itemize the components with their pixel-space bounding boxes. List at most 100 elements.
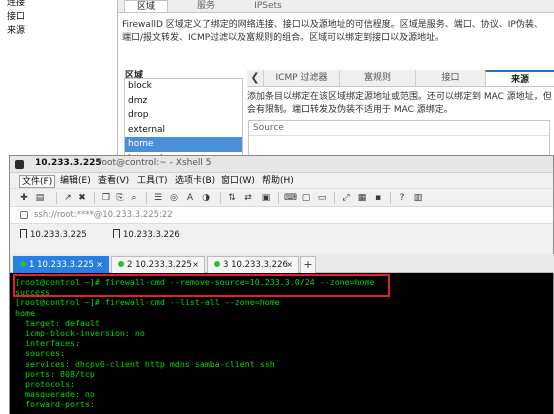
terminal-line: ports: 808/tcp — [15, 368, 95, 379]
zone-item-drop[interactable]: drop — [125, 108, 242, 123]
address-lock-icon — [20, 211, 28, 219]
close-icon[interactable]: × — [192, 257, 199, 273]
session-tabs: 1 10.233.3.225 × 2 10.233.3.225 × 3 10.2… — [10, 254, 554, 273]
tab-ipsets[interactable]: IPSets — [242, 0, 294, 12]
toolbar-separator — [334, 192, 335, 204]
globe-icon[interactable]: ◎ — [168, 192, 180, 204]
find-icon[interactable]: ⌕ — [128, 192, 140, 204]
zone-item-block[interactable]: block — [125, 79, 242, 94]
toolbar-separator — [220, 192, 221, 204]
font-icon[interactable]: A — [184, 192, 196, 204]
keyboard-icon[interactable]: ⌨ — [284, 192, 297, 204]
lock-session-icon[interactable]: ▪ — [372, 192, 384, 204]
sftp-icon[interactable]: ⇅ — [226, 192, 238, 204]
xshell-window: 10.233.3.225 root@control:~ - Xshell 5 文… — [9, 155, 554, 414]
firewall-config-window: 连接 接口 来源 区域 服务 IPSets FirewallD 区域定义了绑定的… — [0, 0, 554, 170]
links-bar: 10.233.3.225 10.233.3.226 — [10, 224, 553, 245]
left-item-connections[interactable]: 连接 — [0, 0, 117, 10]
link-host-1-label: 10.233.3.225 — [30, 230, 87, 240]
zone-settings-tabs: ❮ ICMP 过滤器 富规则 接口 来源 — [247, 70, 554, 87]
terminal-line: protocols: — [15, 378, 75, 389]
settings-icon[interactable]: ▥ — [412, 192, 424, 204]
link-host-2[interactable]: 10.233.3.226 — [113, 229, 180, 240]
menu-view[interactable]: 查看(V) — [96, 175, 131, 188]
zones-panel: FirewallD 区域定义了绑定的网络连接、接口以及源地址的可信程度。区域是服… — [118, 12, 554, 170]
sources-description: 添加条目以绑定在该区域绑定源地址或范围。还可以绑定到 MAC 源地址，但会有限制… — [247, 92, 552, 115]
session-tab-1-num: 1 — [29, 260, 35, 270]
properties-icon[interactable]: ☰ — [152, 192, 164, 204]
toolbar-separator — [94, 192, 95, 204]
zone-item-home[interactable]: home — [125, 137, 242, 152]
session-tab-1-label: 10.233.3.225 — [37, 260, 94, 270]
chevron-left-icon[interactable]: ❮ — [247, 70, 263, 86]
window-title-host: 10.233.3.225 — [35, 158, 102, 168]
session-tab-3[interactable]: 3 10.233.3.226 × — [207, 256, 299, 273]
new-session-icon[interactable]: ✚ — [18, 192, 30, 204]
menu-help[interactable]: 帮助(H) — [260, 175, 296, 188]
address-text[interactable]: ssh://root:****@10.233.3.225:22 — [34, 210, 173, 220]
help-icon[interactable]: ? — [396, 192, 408, 204]
link-host-2-label: 10.233.3.226 — [123, 230, 180, 240]
left-item-sources[interactable]: 来源 — [0, 24, 117, 38]
xshell-titlebar[interactable]: 10.233.3.225 root@control:~ - Xshell 5 — [10, 156, 553, 173]
copy-icon[interactable]: ❐ — [100, 192, 112, 204]
close-icon[interactable]: × — [286, 257, 293, 273]
tab-interfaces[interactable]: 接口 — [415, 70, 485, 86]
tab-services[interactable]: 服务 — [180, 0, 232, 12]
terminal-line: masquerade: no — [15, 389, 95, 400]
menu-tools[interactable]: 工具(T) — [135, 175, 170, 188]
terminal-line: target: default — [15, 317, 100, 328]
script-icon[interactable]: ▣ — [260, 192, 272, 204]
menu-tabs[interactable]: 选项卡(B) — [173, 175, 217, 188]
session-tab-3-label: 10.233.3.226 — [231, 260, 288, 270]
address-bar[interactable]: ssh://root:****@10.233.3.225:22 — [10, 206, 553, 224]
connect-icon[interactable]: ↗ — [62, 192, 74, 204]
session-status-icon — [20, 261, 26, 267]
sources-table-header: Source — [249, 121, 549, 136]
zones-description: FirewallD 区域定义了绑定的网络连接、接口以及源地址的可信程度。区域是服… — [122, 20, 543, 43]
terminal[interactable]: [root@control ~]# firewall-cmd --remove-… — [10, 273, 553, 414]
fullscreen-icon[interactable]: ⤢ — [340, 192, 352, 204]
tab-icmp-filter[interactable]: ICMP 过滤器 — [263, 70, 339, 86]
close-icon[interactable]: × — [96, 257, 103, 273]
tab-zones[interactable]: 区域 — [124, 0, 168, 12]
session-tab-2[interactable]: 2 10.233.3.225 × — [111, 256, 205, 273]
session-status-icon — [214, 261, 220, 267]
toolbar-separator — [146, 192, 147, 204]
terminal-line: icmp-block-inversion: no — [15, 327, 145, 338]
toolbar-separator — [278, 192, 279, 204]
tab-rich-rules[interactable]: 富规则 — [339, 70, 415, 86]
firewall-left-pane: 连接 接口 来源 — [0, 0, 118, 160]
menu-bar: 文件(F) 编辑(E) 查看(V) 工具(T) 选项卡(B) 窗口(W) 帮助(… — [10, 173, 553, 188]
terminal-line: sources: — [15, 348, 65, 359]
terminal-line: [root@control ~]# firewall-cmd --list-al… — [15, 297, 280, 308]
zone-item-dmz[interactable]: dmz — [125, 94, 242, 109]
menu-window[interactable]: 窗口(W) — [219, 175, 257, 188]
toolbar: ✚ ▤ ↗ ✖ ❐ ⎘ ⌕ ☰ ◎ A ◑ ⇅ ⇄ ▣ ⌨ ▢ ▭ ⤢ ▦ ▪ … — [10, 188, 553, 206]
terminal-line: home — [15, 307, 35, 318]
add-tab-button[interactable]: + — [300, 256, 316, 273]
paste-icon[interactable]: ⎘ — [114, 192, 126, 204]
toolbar-separator — [56, 192, 57, 204]
chat-icon[interactable]: ▭ — [316, 192, 328, 204]
highlight-annotation — [13, 274, 390, 297]
disconnect-icon[interactable]: ✖ — [76, 192, 88, 204]
session-tab-3-num: 3 — [223, 260, 229, 270]
layout-icon[interactable]: ▦ — [356, 192, 368, 204]
terminal-line: services: dhcpv6-client http mdns samba-… — [15, 358, 275, 369]
session-tab-2-label: 10.233.3.225 — [135, 260, 192, 270]
menu-edit[interactable]: 编辑(E) — [58, 175, 93, 188]
terminal-line: forward-ports: — [15, 399, 95, 410]
lock-icon[interactable]: ▢ — [300, 192, 312, 204]
tab-sources[interactable]: 来源 — [485, 70, 554, 86]
session-tab-1[interactable]: 1 10.233.3.225 × — [13, 256, 109, 273]
open-folder-icon[interactable]: ▤ — [34, 192, 46, 204]
bookmark-icon — [20, 229, 27, 238]
toolbar-separator — [390, 192, 391, 204]
color-icon[interactable]: ◑ — [200, 192, 212, 204]
transfer-icon[interactable]: ⇄ — [242, 192, 254, 204]
zone-item-external[interactable]: external — [125, 123, 242, 138]
link-host-1[interactable]: 10.233.3.225 — [20, 229, 87, 240]
menu-file[interactable]: 文件(F) — [19, 175, 56, 188]
left-item-interfaces[interactable]: 接口 — [0, 10, 117, 24]
